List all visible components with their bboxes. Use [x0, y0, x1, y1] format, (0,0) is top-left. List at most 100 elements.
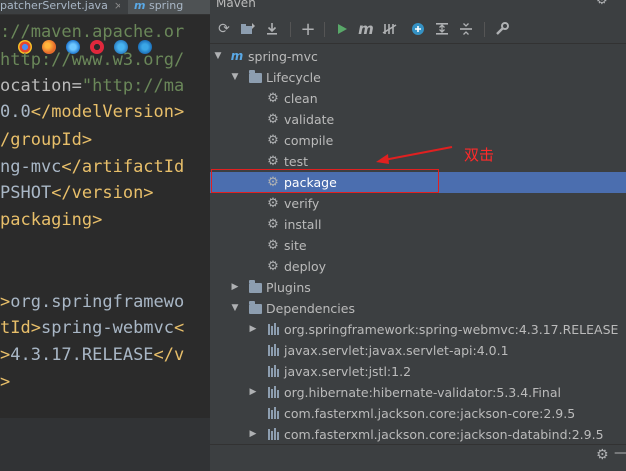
phase-label: deploy [284, 259, 327, 274]
phase-label: verify [284, 196, 320, 211]
phase-label: validate [284, 112, 335, 127]
tree-item-label: Lifecycle [266, 70, 321, 85]
code-tag: > [0, 345, 11, 365]
code-line-6: ng-mvc</artifactId [0, 157, 184, 177]
tree-item-label: spring-mvc [248, 49, 318, 64]
library-icon [266, 427, 280, 441]
add-icon[interactable]: + [298, 19, 318, 40]
code-text: 4.3.17.RELEASE [10, 345, 154, 365]
tree-item-lifecycle[interactable]: ▼ Lifecycle [210, 67, 626, 88]
library-icon [266, 406, 280, 420]
tree-item-plugins[interactable]: ▶ Plugins [210, 277, 626, 298]
gear-icon[interactable]: ⚙ [596, 0, 608, 7]
minimize-icon[interactable]: — [614, 0, 626, 5]
toolbar-separator [290, 22, 291, 37]
phase-label: install [284, 217, 322, 232]
lifecycle-phase-deploy[interactable]: ⚙ deploy [210, 256, 626, 277]
dependency-item[interactable]: com.fasterxml.jackson.core:jackson-core:… [210, 403, 626, 424]
editor-breadcrumb-area [0, 418, 210, 471]
gear-icon: ⚙ [267, 216, 279, 232]
dependency-label: org.springframework:spring-webmvc:4.3.17… [284, 322, 619, 337]
maven-project-tree[interactable]: ▼ m spring-mvc ▼ Lifecycle ⚙ clean ⚙ val… [210, 44, 626, 444]
code-tag: </artifactId [61, 157, 185, 177]
code-tag: tId> [0, 318, 41, 338]
lifecycle-phase-verify[interactable]: ⚙ verify [210, 193, 626, 214]
code-text: ng-mvc [0, 157, 62, 177]
gear-icon: ⚙ [267, 195, 279, 211]
collapsed-arrow-icon[interactable]: ▶ [248, 382, 258, 403]
tab-pom-xml[interactable]: m spring [128, 0, 210, 14]
expanded-arrow-icon[interactable]: ▼ [230, 298, 240, 319]
library-icon [266, 364, 280, 378]
dependency-label: javax.servlet:jstl:1.2 [284, 364, 412, 379]
code-tag: </modelVersion> [30, 102, 185, 122]
lifecycle-phase-validate[interactable]: ⚙ validate [210, 109, 626, 130]
tree-item-label: Plugins [266, 280, 311, 295]
gear-icon: ⚙ [267, 258, 279, 274]
tree-item-label: Dependencies [266, 301, 355, 316]
code-text: spring-webmvc [40, 318, 175, 338]
phase-label: site [284, 238, 307, 253]
maven-title: Maven [216, 0, 256, 10]
code-tag: </v [153, 345, 185, 365]
library-icon [266, 343, 280, 357]
maven-header: Maven ⚙ — [210, 0, 626, 14]
expanded-arrow-icon[interactable]: ▼ [230, 67, 240, 88]
library-icon [266, 322, 280, 336]
code-line-4: 0.0</modelVersion> [0, 102, 184, 122]
maven-tool-window: Maven ⚙ — ⟳ + m [210, 0, 626, 471]
lifecycle-phase-install[interactable]: ⚙ install [210, 214, 626, 235]
run-icon[interactable] [332, 19, 352, 39]
code-editor[interactable]: patcherServlet.java × m spring ://maven.a… [0, 0, 210, 471]
skip-tests-icon[interactable] [408, 19, 428, 39]
gear-icon: ⚙ [267, 153, 279, 169]
code-text: PSHOT [0, 183, 52, 203]
code-tag: < [174, 318, 185, 338]
gear-icon: ⚙ [267, 111, 279, 127]
collapse-all-icon[interactable] [456, 19, 476, 39]
show-dependencies-icon[interactable] [432, 19, 452, 39]
code-tag: </version> [51, 183, 154, 203]
editor-tab-bar: patcherServlet.java × m spring [0, 0, 210, 15]
code-text: 0.0 [0, 102, 31, 122]
minimize-icon[interactable]: — [614, 443, 626, 463]
code-line-5: /groupId> [0, 130, 93, 150]
tree-item-dependencies[interactable]: ▼ Dependencies [210, 298, 626, 319]
add-maven-project-icon[interactable] [238, 19, 258, 39]
gear-icon[interactable]: ⚙ [596, 445, 609, 465]
collapsed-arrow-icon[interactable]: ▶ [248, 424, 258, 445]
dependency-label: com.fasterxml.jackson.core:jackson-datab… [284, 427, 604, 442]
code-line-1: ://maven.apache.or [0, 22, 185, 42]
lifecycle-phase-clean[interactable]: ⚙ clean [210, 88, 626, 109]
lifecycle-phase-site[interactable]: ⚙ site [210, 235, 626, 256]
dependency-item[interactable]: javax.servlet:javax.servlet-api:4.0.1 [210, 340, 626, 361]
folder-icon [248, 301, 262, 315]
execute-maven-goal-icon[interactable]: m [356, 19, 376, 39]
collapsed-arrow-icon[interactable]: ▶ [248, 319, 258, 340]
wrench-icon[interactable] [492, 19, 512, 39]
code-line-7: PSHOT</version> [0, 183, 154, 203]
download-sources-icon[interactable] [262, 19, 282, 39]
tree-item-project[interactable]: ▼ m spring-mvc [210, 46, 626, 67]
lifecycle-phase-compile[interactable]: ⚙ compile [210, 130, 626, 151]
expanded-arrow-icon[interactable]: ▼ [213, 46, 223, 67]
dependency-label: javax.servlet:javax.servlet-api:4.0.1 [284, 343, 509, 358]
toolbar-separator [324, 22, 325, 37]
annotation-label: 双击 [464, 146, 495, 164]
dependency-item[interactable]: ▶ com.fasterxml.jackson.core:jackson-dat… [210, 424, 626, 445]
dependency-item[interactable]: javax.servlet:jstl:1.2 [210, 361, 626, 382]
dependency-item[interactable]: ▶ org.springframework:spring-webmvc:4.3.… [210, 319, 626, 340]
tab-dispatcher-servlet[interactable]: patcherServlet.java × [0, 0, 120, 14]
code-line-2: http://www.w3.org/ [0, 50, 185, 70]
code-line-3: ocation="http://ma [0, 76, 184, 96]
reload-icon[interactable]: ⟳ [214, 19, 234, 39]
tab-label: patcherServlet.java [0, 0, 108, 12]
dependency-item[interactable]: ▶ org.hibernate:hibernate-validator:5.3.… [210, 382, 626, 403]
toggle-offline-icon[interactable] [380, 19, 400, 39]
collapsed-arrow-icon[interactable]: ▶ [230, 277, 240, 298]
close-icon[interactable]: × [114, 0, 120, 12]
code-line-8: packaging> [0, 210, 103, 230]
code-attr: ocation= [0, 76, 82, 96]
code-line-11: >4.3.17.RELEASE</v [0, 345, 184, 365]
toolbar-separator [484, 22, 485, 37]
